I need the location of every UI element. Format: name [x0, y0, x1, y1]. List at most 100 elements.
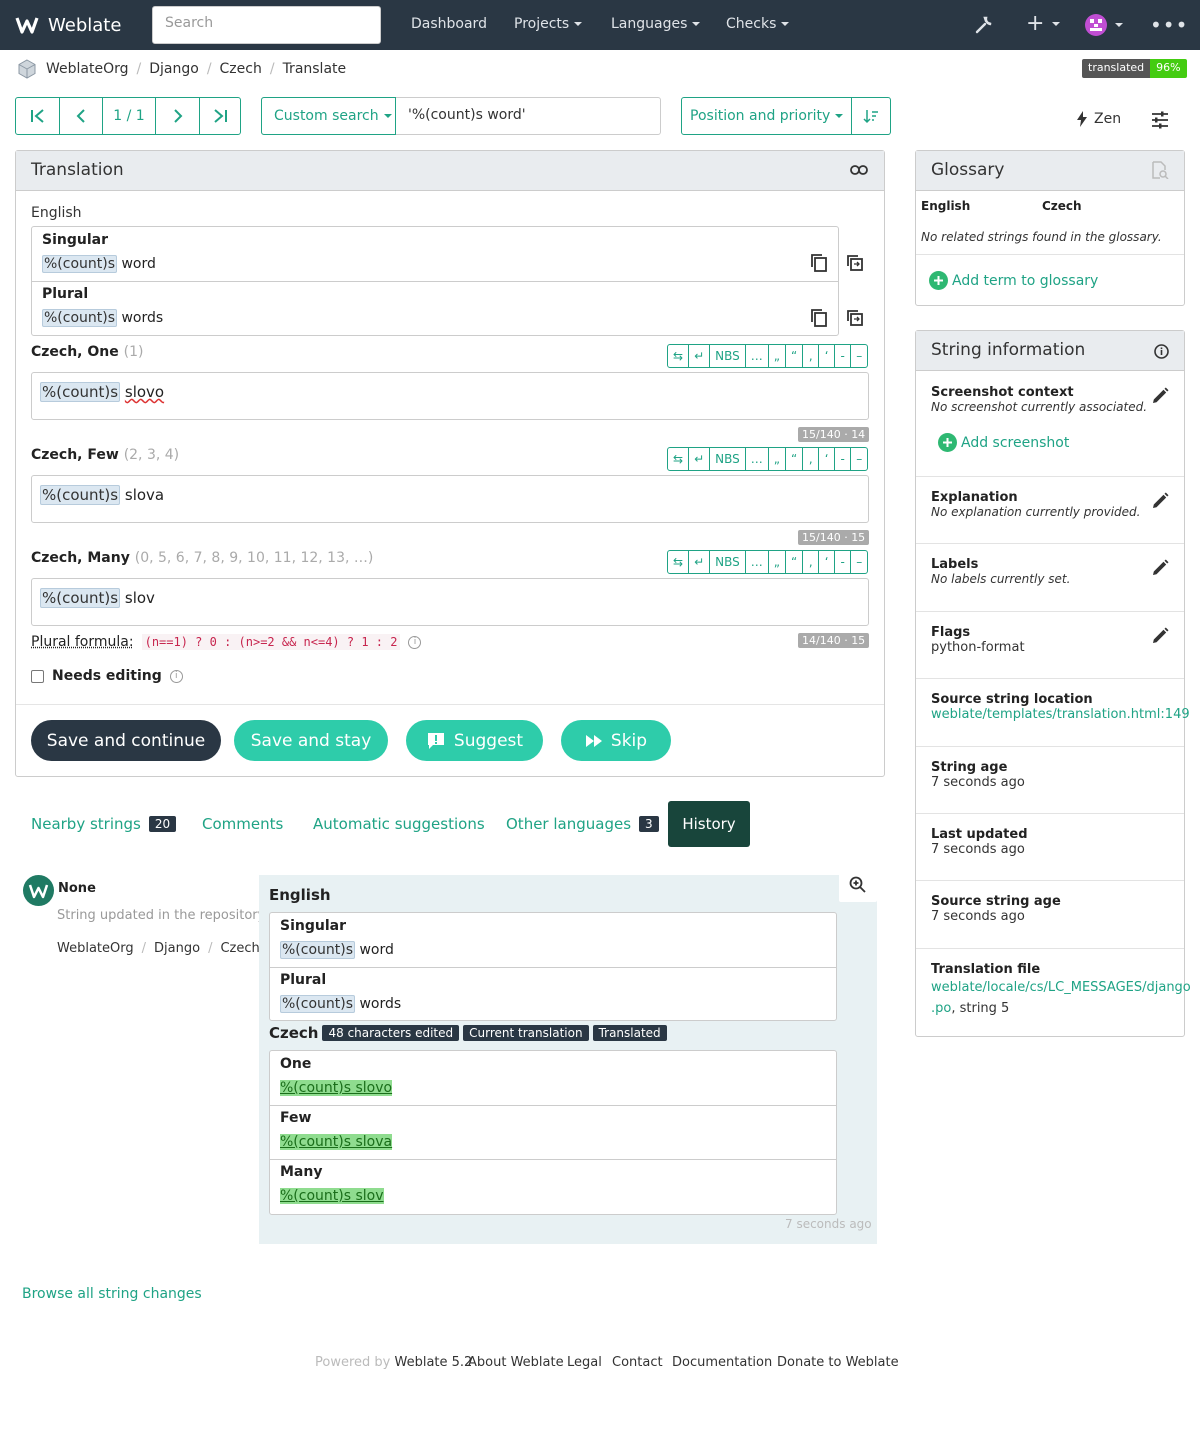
add-term-button[interactable]: Add term to glossary	[929, 271, 1098, 290]
skip-button[interactable]: Skip	[561, 720, 671, 761]
translation-input-many[interactable]: %(count)s slov	[31, 578, 869, 626]
nav-checks[interactable]: Checks	[726, 16, 790, 32]
save-continue-button[interactable]: Save and continue	[31, 720, 221, 761]
translation-file-link[interactable]: weblate/locale/cs/LC_MESSAGES/django	[931, 980, 1191, 995]
char-button[interactable]: ‘	[819, 551, 836, 573]
copy-source-button[interactable]: ⇆	[668, 345, 690, 367]
char-button[interactable]: „	[769, 345, 786, 367]
plus-circle-icon	[929, 271, 948, 290]
breadcrumb-component[interactable]: Django	[149, 61, 199, 77]
char-button[interactable]: –	[851, 551, 867, 573]
info-icon[interactable]	[1154, 344, 1169, 359]
search-input[interactable]: Search	[152, 6, 381, 44]
char-button[interactable]: -	[835, 551, 852, 573]
char-button[interactable]: –	[851, 448, 867, 470]
search-glossary-icon[interactable]	[1151, 161, 1169, 179]
char-button[interactable]: NBS	[710, 551, 746, 573]
zen-button[interactable]: Zen	[1076, 111, 1121, 127]
nav-dashboard[interactable]: Dashboard	[411, 16, 487, 32]
source-location-link[interactable]: weblate/templates/translation.html:149	[931, 707, 1190, 722]
translation-file-link[interactable]: .po	[931, 1001, 951, 1016]
char-button[interactable]: “	[786, 345, 804, 367]
footer-version-link[interactable]: Weblate 5.2	[395, 1355, 473, 1370]
sort-direction-button[interactable]	[852, 98, 890, 134]
add-screenshot-button[interactable]: Add screenshot	[938, 433, 1069, 452]
char-button[interactable]: ↵	[689, 345, 711, 367]
breadcrumb-project[interactable]: WeblateOrg	[46, 61, 129, 77]
edit-icon[interactable]	[1150, 491, 1170, 511]
user-menu[interactable]	[1085, 14, 1123, 36]
char-button[interactable]: ‘	[819, 345, 836, 367]
char-button[interactable]: ↵	[689, 448, 711, 470]
char-button[interactable]: …	[746, 551, 769, 573]
char-button[interactable]: ‚	[803, 345, 820, 367]
more-icon[interactable]: •••	[1150, 13, 1188, 37]
chevron-left-icon	[76, 109, 85, 123]
edit-icon[interactable]	[1150, 558, 1170, 578]
copy-icon[interactable]	[810, 308, 828, 328]
footer-donate-link[interactable]: Donate to Weblate	[777, 1355, 899, 1370]
char-button[interactable]: -	[835, 345, 852, 367]
clone-source-icon[interactable]	[846, 309, 864, 327]
char-button[interactable]: „	[769, 448, 786, 470]
nav-projects[interactable]: Projects	[514, 16, 583, 32]
tab-comments[interactable]: Comments	[202, 815, 283, 833]
tab-nearby-strings[interactable]: Nearby strings 20	[31, 815, 177, 833]
char-button[interactable]: –	[851, 345, 867, 367]
search-type-dropdown[interactable]: Custom search	[261, 97, 396, 135]
translation-input-few[interactable]: %(count)s slova	[31, 475, 869, 523]
info-icon: i	[169, 669, 183, 683]
char-button[interactable]: …	[746, 345, 769, 367]
previous-button[interactable]	[60, 98, 103, 134]
add-menu[interactable]: +	[1026, 11, 1061, 36]
tab-history[interactable]: History	[668, 801, 750, 847]
footer-contact-link[interactable]: Contact	[612, 1355, 663, 1370]
footer-docs-link[interactable]: Documentation	[672, 1355, 772, 1370]
copy-source-button[interactable]: ⇆	[668, 551, 690, 573]
edit-icon[interactable]	[1150, 626, 1170, 646]
char-button[interactable]: ↵	[689, 551, 711, 573]
checkbox-icon[interactable]	[31, 669, 44, 683]
save-stay-button[interactable]: Save and stay	[234, 720, 388, 761]
zoom-button[interactable]	[839, 868, 877, 902]
history-path-item[interactable]: Czech	[220, 941, 259, 956]
char-button[interactable]: ‘	[819, 448, 836, 470]
flags: Flags python-format	[931, 625, 1025, 655]
brand[interactable]: Weblate	[14, 12, 121, 38]
char-button[interactable]: -	[835, 448, 852, 470]
last-button[interactable]	[200, 98, 240, 134]
wrench-icon[interactable]	[974, 15, 994, 35]
special-chars-toolbar: ⇆ ↵ NBS… „ “‚ ‘- –	[667, 550, 869, 574]
translation-input-one[interactable]: %(count)s slovo	[31, 372, 869, 420]
copy-source-button[interactable]: ⇆	[668, 448, 690, 470]
tab-other-languages[interactable]: Other languages 3	[506, 815, 659, 833]
char-button[interactable]: NBS	[710, 345, 746, 367]
char-button[interactable]: „	[769, 551, 786, 573]
copy-icon[interactable]	[810, 253, 828, 273]
footer-about-link[interactable]: About Weblate	[468, 1355, 564, 1370]
history-path-item[interactable]: Django	[154, 941, 200, 956]
char-button[interactable]: …	[746, 448, 769, 470]
suggest-button[interactable]: Suggest	[406, 720, 543, 761]
footer-legal-link[interactable]: Legal	[567, 1355, 602, 1370]
char-button[interactable]: NBS	[710, 448, 746, 470]
char-button[interactable]: “	[786, 551, 804, 573]
nav-languages[interactable]: Languages	[611, 16, 701, 32]
needs-editing-checkbox[interactable]: Needs editing i	[31, 668, 183, 684]
settings-sliders-icon[interactable]	[1151, 111, 1169, 129]
history-path-item[interactable]: WeblateOrg	[57, 941, 134, 956]
breadcrumb-language[interactable]: Czech	[220, 61, 262, 77]
char-button[interactable]: “	[786, 448, 804, 470]
first-button[interactable]	[16, 98, 60, 134]
char-button[interactable]: ‚	[803, 448, 820, 470]
zoom-in-icon	[849, 876, 866, 893]
edit-icon[interactable]	[1150, 386, 1170, 406]
clone-source-icon[interactable]	[846, 254, 864, 272]
browse-changes-link[interactable]: Browse all string changes	[22, 1286, 202, 1302]
sort-dropdown[interactable]: Position and priority	[682, 98, 853, 134]
tab-automatic-suggestions[interactable]: Automatic suggestions	[313, 815, 485, 833]
query-input[interactable]: '%(count)s word'	[396, 98, 538, 134]
char-button[interactable]: ‚	[803, 551, 820, 573]
link-icon[interactable]	[850, 164, 868, 176]
next-button[interactable]	[156, 98, 200, 134]
